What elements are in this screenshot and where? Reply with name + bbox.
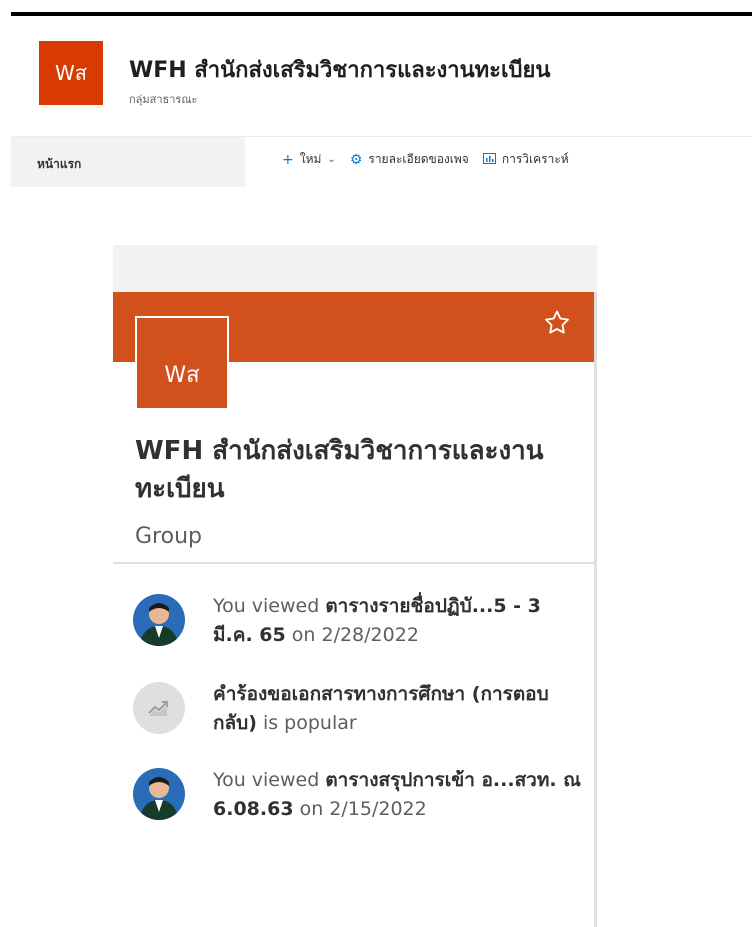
- follow-star-icon[interactable]: [542, 308, 572, 338]
- activity-item[interactable]: You viewed ตารางสรุปการเข้า อ...สวท. ณ 6…: [133, 766, 583, 824]
- analytics-label: การวิเคราะห์: [501, 152, 569, 166]
- new-button[interactable]: + ใหม่ ⌄: [282, 150, 336, 169]
- site-logo[interactable]: Wส: [39, 41, 103, 105]
- activity-item[interactable]: คำร้องขอเอกสารทางการศึกษา (การตอบกลับ) i…: [133, 680, 583, 738]
- analytics-button[interactable]: การวิเคราะห์: [482, 150, 569, 169]
- site-card[interactable]: Wส WFH สำนักส่งเสริมวิชาการและงานทะเบียน…: [113, 292, 597, 927]
- page-details-button[interactable]: ⚙ รายละเอียดของเพจ: [350, 150, 469, 169]
- page-details-label: รายละเอียดของเพจ: [368, 152, 469, 166]
- card-title[interactable]: WFH สำนักส่งเสริมวิชาการและงานทะเบียน: [135, 432, 575, 508]
- activity-item[interactable]: You viewed ตารางรายชื่อปฏิบั...5 - 3 มี.…: [133, 592, 583, 650]
- nav-item-home[interactable]: หน้าแรก: [37, 155, 81, 174]
- command-bar: + ใหม่ ⌄ ⚙ รายละเอียดของเพจ การวิเคราะห์: [282, 150, 583, 169]
- card-logo: Wส: [135, 316, 229, 410]
- card-divider: [113, 562, 594, 564]
- site-subtitle: กลุ่มสาธารณะ: [129, 93, 198, 106]
- left-nav: หน้าแรก: [11, 137, 245, 187]
- gear-icon: ⚙: [349, 151, 363, 168]
- activity-text: You viewed ตารางรายชื่อปฏิบั...5 - 3 มี.…: [213, 595, 541, 646]
- card-logo-text: Wส: [164, 363, 200, 388]
- activity-text: You viewed ตารางสรุปการเข้า อ...สวท. ณ 6…: [213, 769, 581, 820]
- avatar: [133, 768, 185, 820]
- site-logo-text: Wส: [55, 61, 87, 85]
- avatar: [133, 594, 185, 646]
- card-type: Group: [135, 524, 202, 549]
- trending-icon: [133, 682, 185, 734]
- site-title[interactable]: WFH สำนักส่งเสริมวิชาการและงานทะเบียน: [129, 52, 550, 87]
- new-label: ใหม่: [299, 152, 322, 166]
- top-rule: [11, 12, 752, 16]
- plus-icon: +: [282, 151, 294, 168]
- activity-text: คำร้องขอเอกสารทางการศึกษา (การตอบกลับ) i…: [213, 683, 549, 734]
- chevron-down-icon: ⌄: [327, 154, 336, 165]
- analytics-icon: [482, 152, 496, 168]
